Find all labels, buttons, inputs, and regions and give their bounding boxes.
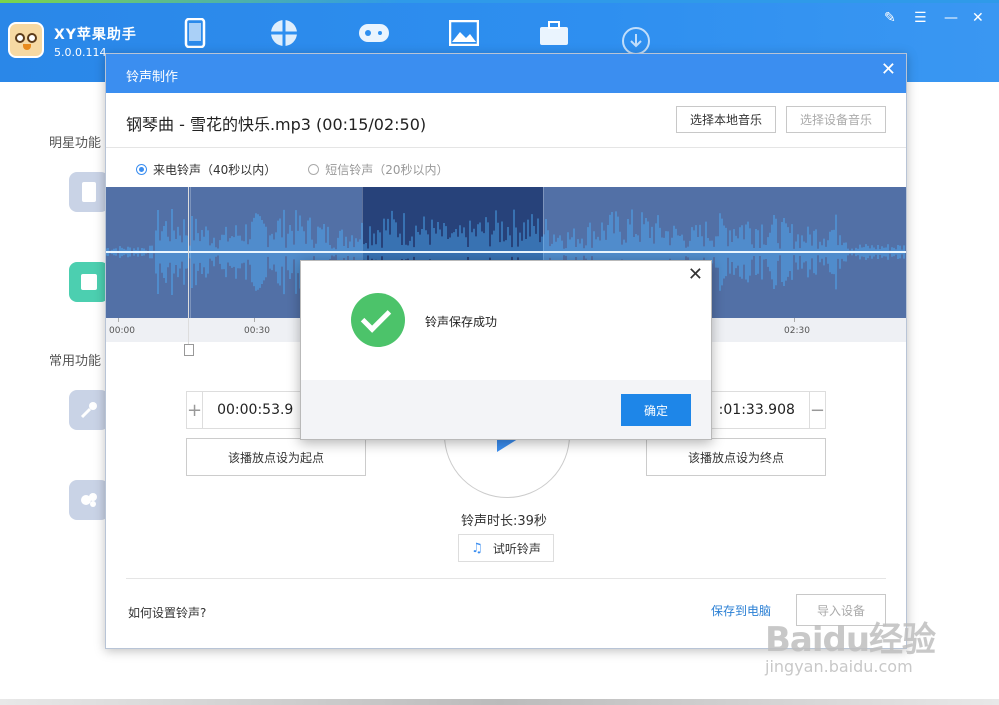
- ringtone-type-radios: 来电铃声（40秒以内） 短信铃声（20秒以内）: [136, 161, 481, 178]
- sidebar-wrench-icon[interactable]: [69, 390, 109, 430]
- end-minus-button[interactable]: −: [808, 392, 825, 428]
- app-logo: [8, 22, 44, 58]
- how-to-set-ringtone-link[interactable]: 如何设置铃声?: [128, 604, 206, 621]
- list-icon[interactable]: ☰: [914, 10, 927, 26]
- timeline-label-230: 02:30: [784, 326, 810, 336]
- playhead-handle[interactable]: [184, 344, 194, 356]
- sidebar-phone-icon[interactable]: [69, 172, 109, 212]
- radio-call-ringtone[interactable]: 来电铃声（40秒以内）: [136, 161, 276, 178]
- choose-device-music-button[interactable]: 选择设备音乐: [786, 106, 886, 133]
- watermark-title: Baidu经验: [765, 620, 936, 660]
- ok-button[interactable]: 确定: [621, 394, 691, 426]
- radio-dot-selected[interactable]: [136, 164, 147, 175]
- timeline-label-30s: 00:30: [244, 326, 270, 336]
- dialog-title: 铃声制作: [126, 70, 179, 85]
- timeline-tick: [794, 318, 795, 322]
- top-strip: [0, 0, 999, 3]
- save-success-modal: ✕ 铃声保存成功 确定: [300, 260, 712, 440]
- window-close-icon[interactable]: ✕: [972, 10, 984, 26]
- save-to-pc-link[interactable]: 保存到电脑: [711, 602, 771, 619]
- app-version: 5.0.0.114: [54, 46, 107, 59]
- toolbox-icon[interactable]: [537, 16, 571, 50]
- success-message: 铃声保存成功: [425, 315, 498, 329]
- start-time-value[interactable]: 00:00:53.9: [203, 402, 307, 418]
- watermark-url: jingyan.baidu.com: [765, 657, 913, 676]
- playhead-line: [188, 187, 189, 349]
- preview-label: 试听铃声: [492, 541, 541, 556]
- timeline-label-start: 00:00: [109, 326, 135, 336]
- start-plus-button[interactable]: +: [187, 392, 204, 428]
- set-start-button[interactable]: 该播放点设为起点: [186, 438, 366, 476]
- radio-sms-ringtone[interactable]: 短信铃声（20秒以内）: [308, 161, 449, 178]
- radio-sms-label: 短信铃声（20秒以内）: [325, 163, 449, 177]
- sidebar-cleanup-icon[interactable]: [69, 480, 109, 520]
- timeline-tick: [254, 318, 255, 322]
- preview-ringtone-button[interactable]: ♫ 试听铃声: [458, 534, 554, 562]
- choose-local-music-button[interactable]: 选择本地音乐: [676, 106, 776, 133]
- file-row: 钢琴曲 - 雪花的快乐.mp3 (00:15/02:50) 选择本地音乐 选择设…: [106, 93, 906, 148]
- end-time-value[interactable]: :01:33.908: [705, 402, 809, 418]
- minimize-icon[interactable]: —: [944, 10, 958, 26]
- image-icon[interactable]: [447, 16, 481, 50]
- sidebar-book-icon[interactable]: [69, 262, 109, 302]
- pen-icon[interactable]: ✎: [884, 10, 896, 26]
- music-note-icon: ♫: [471, 540, 483, 556]
- timeline-tick: [118, 318, 119, 322]
- success-check-icon: [351, 293, 405, 347]
- dialog-header: 铃声制作 ✕: [106, 54, 906, 93]
- radio-dot[interactable]: [308, 164, 320, 175]
- ringtone-duration: 铃声时长:39秒: [461, 514, 547, 529]
- app-name: XY苹果助手: [54, 27, 137, 43]
- taskbar-edge: [0, 699, 999, 705]
- sidebar-section-star: 明星功能: [49, 136, 102, 151]
- baidu-watermark: Baidu经验 jingyan.baidu.com: [765, 612, 936, 676]
- sidebar-section-common: 常用功能: [49, 354, 102, 369]
- apps-icon[interactable]: [267, 16, 301, 50]
- footer-divider: [126, 578, 886, 579]
- phone-icon[interactable]: [178, 16, 212, 50]
- radio-call-label: 来电铃声（40秒以内）: [153, 163, 277, 177]
- file-name: 钢琴曲 - 雪花的快乐.mp3 (00:15/02:50): [126, 115, 427, 134]
- set-end-button[interactable]: 该播放点设为终点: [646, 438, 826, 476]
- game-icon[interactable]: [357, 16, 391, 50]
- start-time-box: + 00:00:53.9: [186, 391, 306, 429]
- end-time-box: :01:33.908 −: [706, 391, 826, 429]
- dialog-close-icon[interactable]: ✕: [881, 60, 896, 80]
- modal-close-icon[interactable]: ✕: [688, 265, 703, 285]
